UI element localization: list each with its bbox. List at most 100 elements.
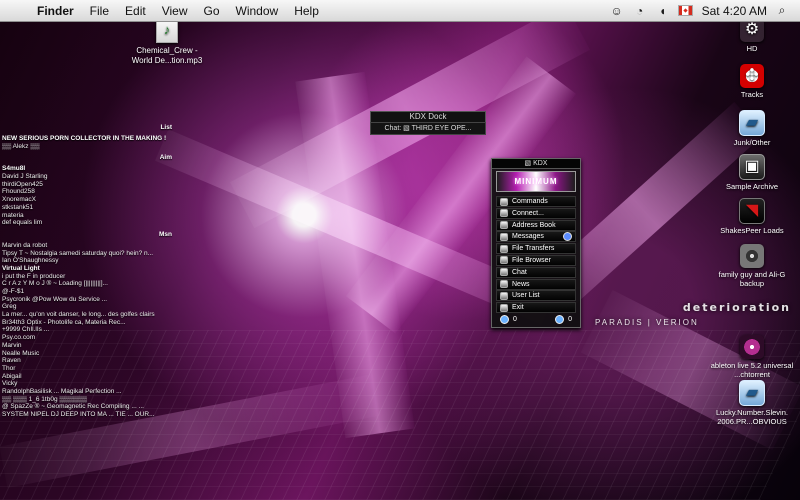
messages-button[interactable]: Messages [496,231,576,243]
list-item[interactable]: NEW SERIOUS PORN COLLECTOR IN THE MAKING… [2,135,176,143]
desktop-mp3-file[interactable]: ♪ Chemical_Crew - World De...tion.mp3 [115,16,219,66]
msn-contact[interactable]: Marvin [2,342,176,350]
chat-label: Chat [512,268,527,276]
desktop-item-hd[interactable]: ⚙ HD [707,18,797,53]
menu-left: Finder File Edit View Go Window Help [10,0,335,21]
msn-contact[interactable]: C r A z Y M o J ® ~ Loading [|||||||||].… [2,280,176,288]
msn-contact[interactable]: Psycronik @Pow Wow du Service ... [2,296,176,304]
exit-icon [500,303,508,312]
folder-icon: ▰ [739,110,765,136]
connect-icon [500,209,508,218]
menu-status-area: ☺ ◔ ◖ Sat 4:20 AM ⌕ [602,0,790,21]
msn-contact[interactable]: @ SpazZe ® ~ Geomagnetic Rec Compiling .… [2,403,176,411]
msn-contact[interactable]: Nealle Music [2,350,176,358]
msn-contact[interactable]: La mer... qu'on voit danser, le long... … [2,311,176,319]
connection-count-value: 0 [513,315,517,323]
aim-contact[interactable]: XnoremacX [2,196,176,204]
messages-icon [500,232,508,241]
commands-button[interactable]: Commands [496,196,576,207]
desktop-item-label: family guy and Ali-G backup [718,270,786,288]
address-book-icon [500,221,508,230]
finder-menu[interactable]: Finder [37,4,74,18]
view-menu[interactable]: View [162,4,188,18]
news-label: News [512,280,530,288]
msn-contact[interactable]: SYSTEM NIPEL DJ DEEP INTO MA ... TIE ...… [2,411,176,419]
msn-contact[interactable]: RandolphBasilisk ... Magikal Perfection … [2,388,176,396]
file-browser-label: File Browser [512,256,551,264]
desktop-item-junk-other[interactable]: ▰ Junk/Other [707,110,797,147]
msn-contact[interactable]: @-F-$1 [2,288,176,296]
connect-button[interactable]: Connect... [496,207,576,219]
user-list-icon [500,291,508,300]
torrent-icon [740,335,764,359]
go-menu[interactable]: Go [204,4,220,18]
menu-clock[interactable]: Sat 4:20 AM [702,4,767,18]
news-button[interactable]: News [496,278,576,290]
msn-contact[interactable]: Greg [2,303,176,311]
kdx-banner: MINIMUM [496,171,576,192]
kdx-window-title[interactable]: ▧ KDX [492,159,580,169]
aim-contact[interactable]: def equals lim [2,219,176,227]
desktop-file-name-line-2: World De...tion.mp3 [131,56,203,65]
file-browser-button[interactable]: File Browser [496,254,576,266]
desktop-item-label: ShakesPeer Loads [720,226,784,235]
connection-count: 0 [500,314,517,324]
user-list-button[interactable]: User List [496,290,576,302]
list-item[interactable]: ▒▒ Alekz ▒▒ [2,143,176,151]
address-book-button[interactable]: Address Book [496,219,576,231]
msn-contact[interactable]: Br34th3 Optix - Photolife ca, Materia Re… [2,319,176,327]
msn-section-title: Msn [159,230,172,238]
desktop-item-label: HD [746,44,758,53]
aim-contact[interactable]: David J Starling [2,173,176,181]
msn-contact[interactable]: Raven [2,357,176,365]
kdx-dock-chat-item[interactable]: Chat: ▧ THIRD EYE OPE... [370,122,486,135]
flag-icon[interactable] [677,5,693,16]
msn-contact[interactable]: Psy.co.com [2,334,176,342]
msn-contact[interactable]: Abigail [2,373,176,381]
msn-contact[interactable]: Marvin da robot [2,242,176,250]
connect-label: Connect... [512,209,544,217]
msn-contact[interactable]: Thor [2,365,176,373]
spotlight-icon[interactable]: ⌕ [774,3,790,19]
msn-contact[interactable]: ▒▒ ▒▒▒ 1_6 1tb0g ▒▒▒▒▒▒ [2,396,176,404]
desktop-item-shakespeer-loads[interactable]: ◥ ShakesPeer Loads [707,198,797,235]
aim-contact[interactable]: stkstank51 [2,204,176,212]
dark-drive-icon: ▣ [739,154,765,180]
msn-contact[interactable]: +9999 ChIl.lIs ... [2,326,176,334]
edit-menu[interactable]: Edit [125,4,146,18]
desktop-file-name-line-1: Chemical_Crew - [136,46,198,55]
desktop-item-tracks[interactable]: ✣ Tracks [707,64,797,99]
menu-bar: Finder File Edit View Go Window Help ☺ ◔… [0,0,800,22]
file-transfers-icon [500,244,508,253]
file-transfers-button[interactable]: File Transfers [496,243,576,255]
umbrella-icon: ✣ [740,64,764,88]
msn-contact[interactable]: Ian O'Shaughnessy [2,257,176,265]
desktop-item-label: Lucky.Number.Slevin. 2006.PR...OBVIOUS [716,408,788,426]
file-transfers-label: File Transfers [512,245,555,253]
wifi-icon[interactable]: ◔ [632,3,648,19]
desktop-item-ableton-torrent[interactable]: ableton live 5.2 universal ...chtorrent [707,335,797,379]
desktop-item-lucky-number-slevin[interactable]: ▰ Lucky.Number.Slevin. 2006.PR...OBVIOUS [707,380,797,426]
file-menu[interactable]: File [90,4,109,18]
apple-icon[interactable] [10,3,24,19]
window-menu[interactable]: Window [236,4,279,18]
volume-icon[interactable]: ◖ [655,3,671,19]
commands-icon [500,197,508,206]
desktop-item-family-guy-backup[interactable]: family guy and Ali-G backup [707,244,797,288]
help-menu[interactable]: Help [294,4,319,18]
user-list-label: User List [512,292,540,300]
aim-contact[interactable]: materia [2,212,176,220]
msn-contact[interactable]: Virtual Light [2,265,176,273]
msn-contact[interactable]: Tipsy T ~ Nostalgia samedi saturday quoi… [2,250,176,258]
aim-contact[interactable]: thirdiOpen425 [2,181,176,189]
chat-button[interactable]: Chat [496,266,576,278]
exit-button[interactable]: Exit [496,302,576,314]
aim-contact[interactable]: S4mu8l [2,165,176,173]
alien-icon[interactable]: ☺ [609,3,625,19]
msn-contact[interactable]: i put the F in producer [2,273,176,281]
desktop-item-label: Tracks [740,90,764,99]
desktop-item-sample-archive[interactable]: ▣ Sample Archive [707,154,797,191]
msn-contact[interactable]: Vicky [2,380,176,388]
desktop-icons-right: ⚙ HD ✣ Tracks ▰ Junk/Other ▣ Sample Arch… [705,14,800,444]
aim-contact[interactable]: Fhound258 [2,188,176,196]
